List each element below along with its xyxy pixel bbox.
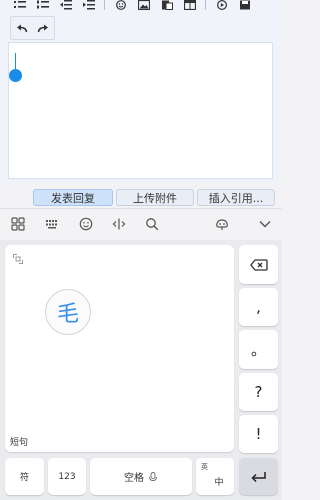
backspace-key[interactable] bbox=[239, 245, 278, 284]
numbers-label: 123 bbox=[58, 471, 76, 482]
save-icon[interactable] bbox=[235, 0, 254, 13]
language-english-label: 英 bbox=[201, 463, 208, 471]
search-icon[interactable] bbox=[143, 215, 161, 233]
enter-icon bbox=[250, 471, 266, 482]
comma-label: , bbox=[256, 298, 261, 316]
skin-icon[interactable] bbox=[213, 215, 231, 233]
exclaim-key[interactable]: ! bbox=[239, 415, 278, 453]
list-bullet-icon[interactable] bbox=[10, 0, 29, 13]
language-chinese-label: 中 bbox=[214, 478, 224, 488]
handwriting-candidate[interactable]: 毛 bbox=[45, 289, 91, 335]
input-mode-label[interactable]: 短句 bbox=[10, 435, 28, 448]
comma-key[interactable]: , bbox=[239, 288, 278, 326]
space-key[interactable]: 空格 bbox=[90, 458, 192, 495]
symbols-key[interactable]: 符 bbox=[5, 458, 44, 495]
paste-icon[interactable] bbox=[157, 0, 176, 13]
question-key[interactable]: ? bbox=[239, 373, 278, 411]
enter-key[interactable] bbox=[239, 458, 278, 495]
undo-redo-group bbox=[10, 16, 55, 40]
keyboard-icon[interactable] bbox=[43, 215, 61, 233]
candidate-char: 毛 bbox=[56, 302, 79, 327]
upload-attachment-button[interactable]: 上传附件 bbox=[116, 189, 194, 206]
space-label: 空格 bbox=[124, 473, 144, 484]
emoji-icon[interactable] bbox=[111, 0, 130, 13]
list-numbered-icon[interactable] bbox=[33, 0, 52, 13]
table-icon[interactable] bbox=[180, 0, 199, 13]
period-key[interactable]: 。 bbox=[239, 330, 278, 369]
post-reply-button[interactable]: 发表回复 bbox=[33, 189, 113, 206]
exclaim-label: ! bbox=[255, 425, 262, 443]
cursor-move-icon[interactable] bbox=[110, 215, 128, 233]
collapse-chevron-icon[interactable] bbox=[256, 215, 274, 233]
insert-quote-button[interactable]: 插入引用... bbox=[197, 189, 275, 206]
toolbar-divider bbox=[104, 0, 105, 10]
indent-increase-icon[interactable] bbox=[79, 0, 98, 13]
toolbar-divider bbox=[205, 0, 206, 10]
play-icon[interactable] bbox=[212, 0, 231, 13]
question-label: ? bbox=[254, 383, 263, 401]
image-icon[interactable] bbox=[134, 0, 153, 13]
backspace-icon bbox=[249, 258, 268, 271]
period-label: 。 bbox=[250, 341, 266, 359]
expand-icon[interactable] bbox=[13, 254, 23, 264]
formatting-toolbar bbox=[10, 0, 254, 13]
microphone-icon bbox=[149, 471, 157, 481]
cursor-handle[interactable] bbox=[9, 69, 22, 82]
symbols-label: 符 bbox=[19, 473, 29, 483]
reply-text-area[interactable] bbox=[8, 42, 273, 179]
grid-menu-icon[interactable] bbox=[9, 215, 27, 233]
upload-attachment-label: 上传附件 bbox=[133, 191, 177, 205]
post-reply-label: 发表回复 bbox=[51, 191, 95, 205]
undo-icon[interactable] bbox=[16, 19, 28, 38]
redo-icon[interactable] bbox=[37, 19, 49, 38]
numbers-key[interactable]: 123 bbox=[48, 458, 86, 495]
emoji-icon[interactable] bbox=[77, 215, 95, 233]
insert-quote-label: 插入引用... bbox=[208, 191, 264, 205]
language-switch-key[interactable]: 英 中 bbox=[196, 458, 234, 495]
indent-decrease-icon[interactable] bbox=[56, 0, 75, 13]
handwriting-pad[interactable]: 毛 短句 bbox=[5, 245, 234, 452]
